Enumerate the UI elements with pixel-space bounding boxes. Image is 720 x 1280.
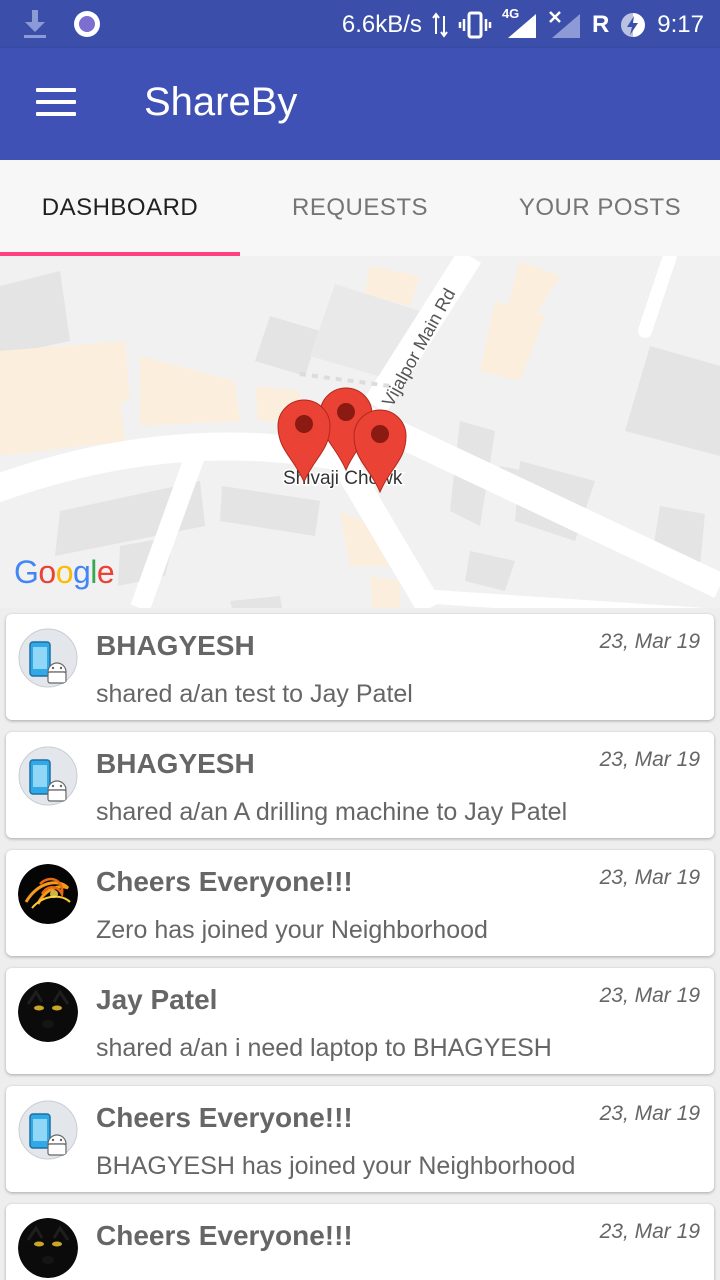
feed-card[interactable]: Cheers Everyone!!! 23, Mar 19 BHAGYESH h… [6, 1086, 714, 1192]
battery-charging-icon [621, 13, 646, 37]
post-title: BHAGYESH [96, 748, 255, 779]
google-logo-letter: l [90, 554, 97, 590]
post-message: BHAGYESH has joined your Neighborhood [96, 1152, 576, 1180]
post-title: Cheers Everyone!!! [96, 1102, 353, 1133]
download-icon [24, 10, 46, 38]
post-date: 23, Mar 19 [599, 1102, 700, 1125]
signal-4g-icon: 4G [502, 6, 538, 40]
post-message: shared a/an A drilling machine to Jay Pa… [96, 798, 568, 826]
google-logo: Google [14, 554, 115, 591]
avatar [18, 864, 78, 924]
vibrate-icon [458, 11, 492, 39]
fire-swirl-avatar-icon [18, 864, 78, 924]
avatar [18, 982, 78, 1042]
post-title: Cheers Everyone!!! [96, 866, 353, 897]
post-date: 23, Mar 19 [599, 630, 700, 653]
menu-icon[interactable] [36, 88, 76, 120]
roaming-indicator: R [591, 11, 610, 38]
activity-feed[interactable]: BHAGYESH 23, Mar 19 shared a/an test to … [0, 608, 720, 1280]
post-message: shared a/an i need laptop to BHAGYESH [96, 1034, 552, 1062]
clock: 9:17 [657, 11, 704, 38]
avatar [18, 746, 78, 806]
signal-no-data-icon [549, 11, 580, 38]
post-title: Jay Patel [96, 984, 218, 1015]
feed-card[interactable]: Cheers Everyone!!! 23, Mar 19 [6, 1204, 714, 1280]
google-logo-letter: o [38, 554, 56, 590]
avatar [18, 1100, 78, 1160]
app-title: ShareBy [144, 80, 298, 124]
feed-card[interactable]: BHAGYESH 23, Mar 19 shared a/an test to … [6, 614, 714, 720]
post-date: 23, Mar 19 [599, 1220, 700, 1243]
post-message: shared a/an test to Jay Patel [96, 680, 413, 708]
network-speed: 6.6kB/s [341, 11, 422, 38]
tab-requests[interactable]: REQUESTS [240, 160, 480, 256]
app-bar: ShareBy [0, 48, 720, 160]
record-icon [74, 11, 100, 37]
android-phone-icon [18, 628, 78, 688]
post-date: 23, Mar 19 [599, 748, 700, 771]
avatar [18, 1218, 78, 1278]
post-title: BHAGYESH [96, 630, 255, 661]
feed-card[interactable]: Jay Patel 23, Mar 19 shared a/an i need … [6, 968, 714, 1074]
avatar [18, 628, 78, 688]
google-logo-letter: o [55, 554, 74, 590]
feed-card[interactable]: BHAGYESH 23, Mar 19 shared a/an A drilli… [6, 732, 714, 838]
google-logo-letter: e [96, 554, 115, 590]
android-phone-icon [18, 1100, 78, 1160]
data-arrows-icon [432, 12, 448, 38]
map-view[interactable]: Vijalpor Main Rd Shivaji Chowk Google [0, 256, 720, 608]
post-date: 23, Mar 19 [599, 866, 700, 889]
black-panther-avatar-icon [18, 1218, 78, 1278]
feed-card[interactable]: Cheers Everyone!!! 23, Mar 19 Zero has j… [6, 850, 714, 956]
post-title: Cheers Everyone!!! [96, 1220, 353, 1251]
google-logo-letter: g [72, 554, 91, 590]
tab-dashboard[interactable]: DASHBOARD [0, 160, 240, 256]
tab-bar: DASHBOARD REQUESTS YOUR POSTS [0, 160, 720, 256]
status-bar: 6.6kB/s 4G R 9:17 [0, 0, 720, 48]
tab-your-posts[interactable]: YOUR POSTS [480, 160, 720, 256]
post-date: 23, Mar 19 [599, 984, 700, 1007]
post-message: Zero has joined your Neighborhood [96, 916, 488, 944]
android-phone-icon [18, 746, 78, 806]
black-panther-avatar-icon [18, 982, 78, 1042]
google-logo-letter: G [14, 554, 39, 590]
